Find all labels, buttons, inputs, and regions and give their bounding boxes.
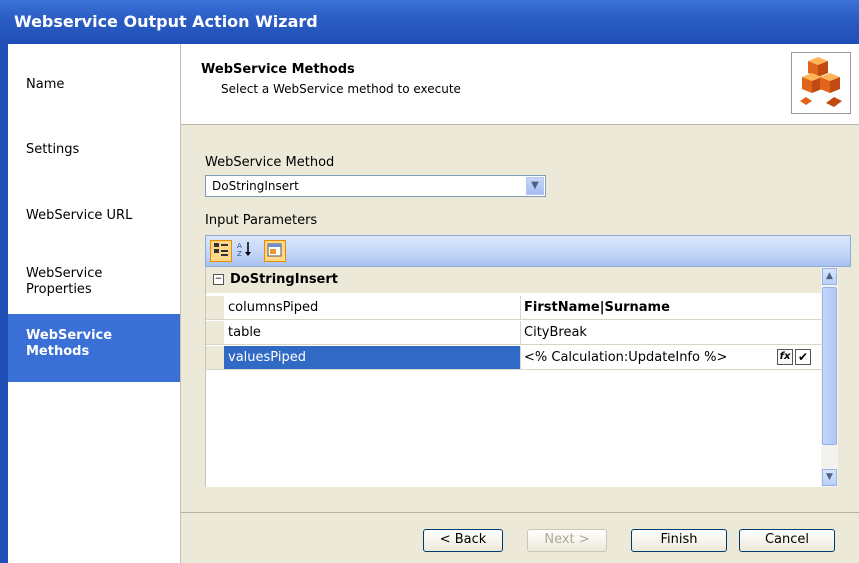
input-parameters-label: Input Parameters (205, 213, 318, 228)
alphabetical-icon[interactable]: AZ (234, 240, 256, 262)
step-webservice-url[interactable]: WebService URL (26, 208, 132, 224)
wizard-steps-sidebar (0, 44, 181, 563)
property-grid-toolbar: AZ (205, 235, 851, 267)
property-value[interactable]: FirstName|Surname (524, 300, 670, 315)
category-name: DoStringInsert (230, 272, 338, 287)
sidebar-edge (0, 44, 8, 563)
svg-text:A: A (237, 242, 242, 250)
vertical-scrollbar[interactable]: ▲ ▼ (821, 267, 838, 487)
property-pages-icon[interactable] (264, 240, 286, 262)
scroll-thumb[interactable] (822, 287, 837, 445)
step-webservice-methods-label: WebService Methods (26, 328, 113, 359)
title-bar: Webservice Output Action Wizard (0, 0, 859, 44)
property-value[interactable]: <% Calculation:UpdateInfo %> (524, 350, 727, 365)
page-subtitle: Select a WebService method to execute (221, 82, 461, 96)
chevron-down-icon[interactable]: ▼ (526, 177, 544, 195)
finish-button[interactable]: Finish (631, 529, 727, 552)
property-row[interactable]: columnsPiped FirstName|Surname (206, 296, 822, 320)
method-label: WebService Method (205, 155, 335, 170)
step-webservice-methods[interactable]: WebService Methods (8, 314, 180, 382)
checkbox[interactable]: ✔ (795, 349, 811, 365)
page-title: WebService Methods (201, 62, 355, 77)
property-row-selected[interactable]: valuesPiped <% Calculation:UpdateInfo %>… (206, 346, 822, 370)
orange-cubes-icon (791, 52, 851, 114)
step-webservice-properties[interactable]: WebService Properties (26, 266, 146, 298)
back-button[interactable]: < Back (423, 529, 503, 552)
next-button[interactable]: Next > (527, 529, 607, 552)
window-title: Webservice Output Action Wizard (14, 12, 318, 31)
category-row[interactable]: − DoStringInsert (206, 267, 822, 293)
button-separator (181, 512, 859, 513)
categorized-icon[interactable] (210, 240, 232, 262)
property-name: columnsPiped (224, 296, 521, 319)
scroll-up-icon[interactable]: ▲ (822, 268, 837, 285)
property-grid: − DoStringInsert columnsPiped FirstName|… (205, 267, 822, 487)
svg-text:Z: Z (237, 250, 242, 258)
method-combobox[interactable]: DoStringInsert ▼ (205, 175, 546, 197)
page-header: WebService Methods Select a WebService m… (181, 44, 859, 125)
method-selected-value: DoStringInsert (212, 179, 299, 193)
function-editor-icon[interactable]: fx (777, 349, 793, 365)
property-name: table (224, 321, 521, 344)
property-row[interactable]: table CityBreak (206, 321, 822, 345)
property-value[interactable]: CityBreak (524, 325, 587, 340)
step-settings[interactable]: Settings (26, 142, 79, 158)
step-name[interactable]: Name (26, 77, 64, 93)
cancel-button[interactable]: Cancel (739, 529, 835, 552)
scroll-down-icon[interactable]: ▼ (822, 469, 837, 486)
property-name: valuesPiped (224, 346, 521, 369)
collapse-icon[interactable]: − (213, 274, 224, 285)
